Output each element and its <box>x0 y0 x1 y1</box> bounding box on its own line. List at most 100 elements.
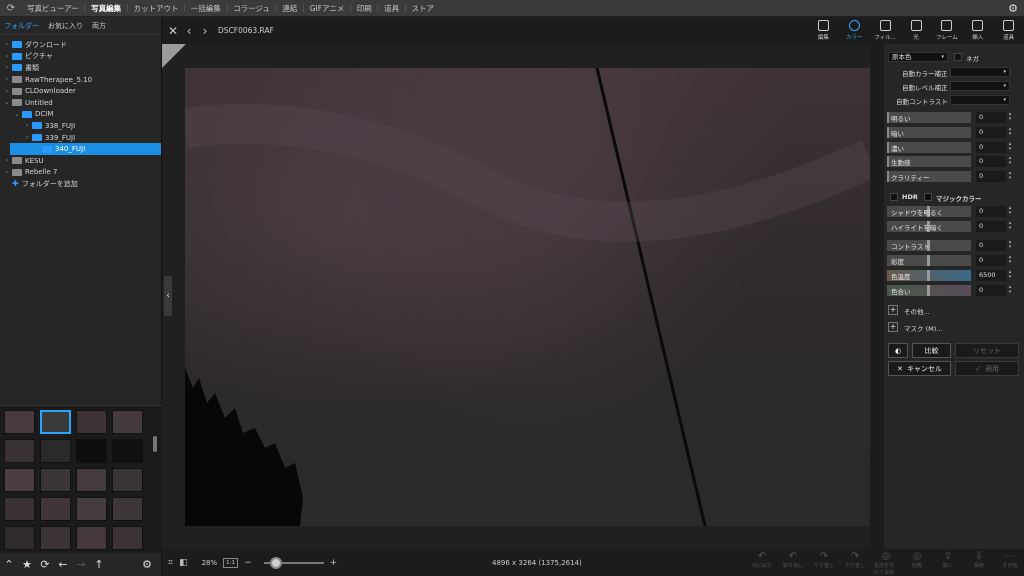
photo-thumbnail[interactable] <box>112 439 143 463</box>
tab-both[interactable]: 両方 <box>92 21 106 31</box>
slider-handle[interactable] <box>927 285 930 296</box>
mask-label[interactable]: マスク (M)... <box>904 323 942 333</box>
compare-button[interactable]: 比較 <box>912 343 951 358</box>
collapsed-chevron-icon[interactable]: › <box>3 64 11 71</box>
collapsed-chevron-icon[interactable]: › <box>3 53 11 60</box>
settings-gear-icon[interactable]: ⚙ <box>1008 2 1018 15</box>
photo-thumbnail[interactable] <box>112 468 143 492</box>
folder-tree-item[interactable]: 340_FUJI <box>10 143 161 155</box>
bottom-action-save-as[interactable]: ◎ 名前を付けて保存 <box>874 551 898 576</box>
zoom-in-icon[interactable]: + <box>330 558 338 568</box>
menu-photo-edit[interactable]: 写真編集 <box>86 3 126 14</box>
photo-thumbnail[interactable] <box>4 439 35 463</box>
bottom-action-redo[interactable]: ↷ やり直し <box>812 551 836 569</box>
photo-thumbnail[interactable] <box>40 497 71 521</box>
photo-thumbnail[interactable] <box>4 526 35 550</box>
slider-track[interactable]: 色合い <box>887 285 971 296</box>
photo-thumbnail[interactable] <box>40 410 71 434</box>
tool-frame[interactable]: フレーム <box>931 17 962 44</box>
photo-thumbnail[interactable] <box>4 410 35 434</box>
tab-folders[interactable]: フォルダー <box>4 21 39 31</box>
collapsed-chevron-icon[interactable]: › <box>3 157 11 164</box>
bottom-action-open[interactable]: ⇪ 開く <box>936 551 960 569</box>
collapsed-chevron-icon[interactable]: › <box>3 41 11 48</box>
folder-tree-item[interactable]: › RawTherapee_5.10 <box>0 74 161 86</box>
slider-value-field[interactable]: 0 <box>976 112 1006 123</box>
expanded-chevron-icon[interactable]: ⌄ <box>13 111 21 118</box>
menu-combine[interactable]: 連結 <box>277 3 302 14</box>
back-arrow-icon[interactable]: ← <box>54 558 72 571</box>
photo-thumbnail[interactable] <box>112 526 143 550</box>
bottom-action-compare[interactable]: ◎ 比較 <box>905 551 929 569</box>
tool-insert[interactable]: 挿入 <box>962 17 993 44</box>
photo-thumbnail[interactable] <box>40 526 71 550</box>
collapse-left-panel-button[interactable]: ‹ <box>164 276 172 316</box>
photo-thumbnail[interactable] <box>76 439 107 463</box>
negative-checkbox[interactable] <box>954 53 962 61</box>
value-stepper-icon[interactable]: ▴ ▾ <box>1006 141 1014 153</box>
bottom-action-undo[interactable]: ↶ 元に戻す <box>750 551 774 569</box>
refresh-icon[interactable]: ⟳ <box>36 558 54 571</box>
folder-tree-item[interactable]: › CLDownloader <box>0 85 161 97</box>
app-logo-icon[interactable]: ⟳ <box>0 0 22 17</box>
slider-value-field[interactable]: 0 <box>976 221 1006 232</box>
slider-track[interactable]: シャドウを明るく <box>887 206 971 217</box>
folder-tree-item[interactable]: › 書類 <box>0 62 161 74</box>
photo-thumbnail[interactable] <box>4 468 35 492</box>
slider-value-field[interactable]: 6500 <box>976 270 1006 281</box>
bottom-action-save[interactable]: ⇩ 保存 <box>967 551 991 569</box>
slider-handle[interactable] <box>887 171 889 183</box>
menu-cutout[interactable]: カットアウト <box>128 3 183 14</box>
photo-thumbnail[interactable] <box>112 410 143 434</box>
slider-track[interactable]: 明るい <box>887 112 971 123</box>
hdr-checkbox[interactable] <box>890 193 898 201</box>
value-stepper-icon[interactable]: ▴ ▾ <box>1006 270 1014 281</box>
more-options-plus-icon[interactable]: + <box>888 305 898 315</box>
folder-tree-item[interactable]: › ダウンロード <box>0 39 161 51</box>
folder-tree-item[interactable]: ⌄ Untitled <box>0 97 161 109</box>
value-stepper-icon[interactable]: ▴ ▾ <box>1006 156 1014 167</box>
tool-light[interactable]: 光 <box>901 17 932 44</box>
collapse-icon[interactable]: ⌃ <box>0 558 18 571</box>
slider-track[interactable]: コントラスト <box>887 240 971 251</box>
thumbnail-settings-gear-icon[interactable]: ⚙ <box>138 558 156 571</box>
slider-handle[interactable] <box>927 255 930 266</box>
value-stepper-icon[interactable]: ▴ ▾ <box>1006 221 1014 232</box>
slider-track[interactable]: 暗い <box>887 126 971 138</box>
slider-value-field[interactable]: 0 <box>976 156 1006 168</box>
auto-color-dropdown[interactable]: ▾ <box>950 67 1010 77</box>
slider-handle[interactable] <box>927 270 930 281</box>
slider-track[interactable]: 濃い <box>887 141 971 153</box>
auto-contrast-dropdown[interactable]: ▾ <box>950 95 1010 105</box>
photo-thumbnail[interactable] <box>40 439 71 463</box>
previous-photo-icon[interactable]: ‹ <box>184 24 194 38</box>
value-stepper-icon[interactable]: ▴ ▾ <box>1006 126 1014 138</box>
bottom-action-undo-all[interactable]: ↶ 取り消し <box>781 551 805 569</box>
thumbnail-scrollbar[interactable] <box>153 436 157 452</box>
slider-value-field[interactable]: 0 <box>976 255 1006 266</box>
slider-track[interactable]: ハイライトを暗く <box>887 221 971 232</box>
edited-photo[interactable] <box>185 68 870 526</box>
menu-batch-edit[interactable]: 一括編集 <box>186 3 226 14</box>
zoom-slider-knob[interactable] <box>269 556 282 569</box>
photo-thumbnail[interactable] <box>76 526 107 550</box>
menu-print[interactable]: 印刷 <box>352 3 377 14</box>
slider-track[interactable]: 色温度 <box>887 270 971 281</box>
forward-arrow-icon[interactable]: → <box>72 558 90 571</box>
tool-filter[interactable]: フィル... <box>870 17 901 44</box>
compare-split-icon[interactable]: ◐ <box>888 343 908 358</box>
close-icon[interactable]: ✕ <box>168 24 178 38</box>
collapsed-chevron-icon[interactable]: › <box>3 169 11 176</box>
menu-collage[interactable]: コラージュ <box>228 3 275 14</box>
bottom-action-more[interactable]: ⋯ その他 <box>998 551 1022 569</box>
apply-button[interactable]: ✓ 適用 <box>955 361 1019 376</box>
folder-tree-item[interactable]: › 338_FUJI <box>0 120 161 132</box>
menu-tools[interactable]: 道具 <box>379 3 404 14</box>
collapsed-chevron-icon[interactable]: › <box>3 88 11 95</box>
reset-button[interactable]: リセット <box>955 343 1019 358</box>
slider-handle[interactable] <box>887 112 889 123</box>
folder-tree-item[interactable]: › KESU <box>0 155 161 167</box>
tool-color[interactable]: カラー <box>839 17 870 44</box>
photo-thumbnail[interactable] <box>76 497 107 521</box>
collapsed-chevron-icon[interactable]: › <box>3 76 11 83</box>
